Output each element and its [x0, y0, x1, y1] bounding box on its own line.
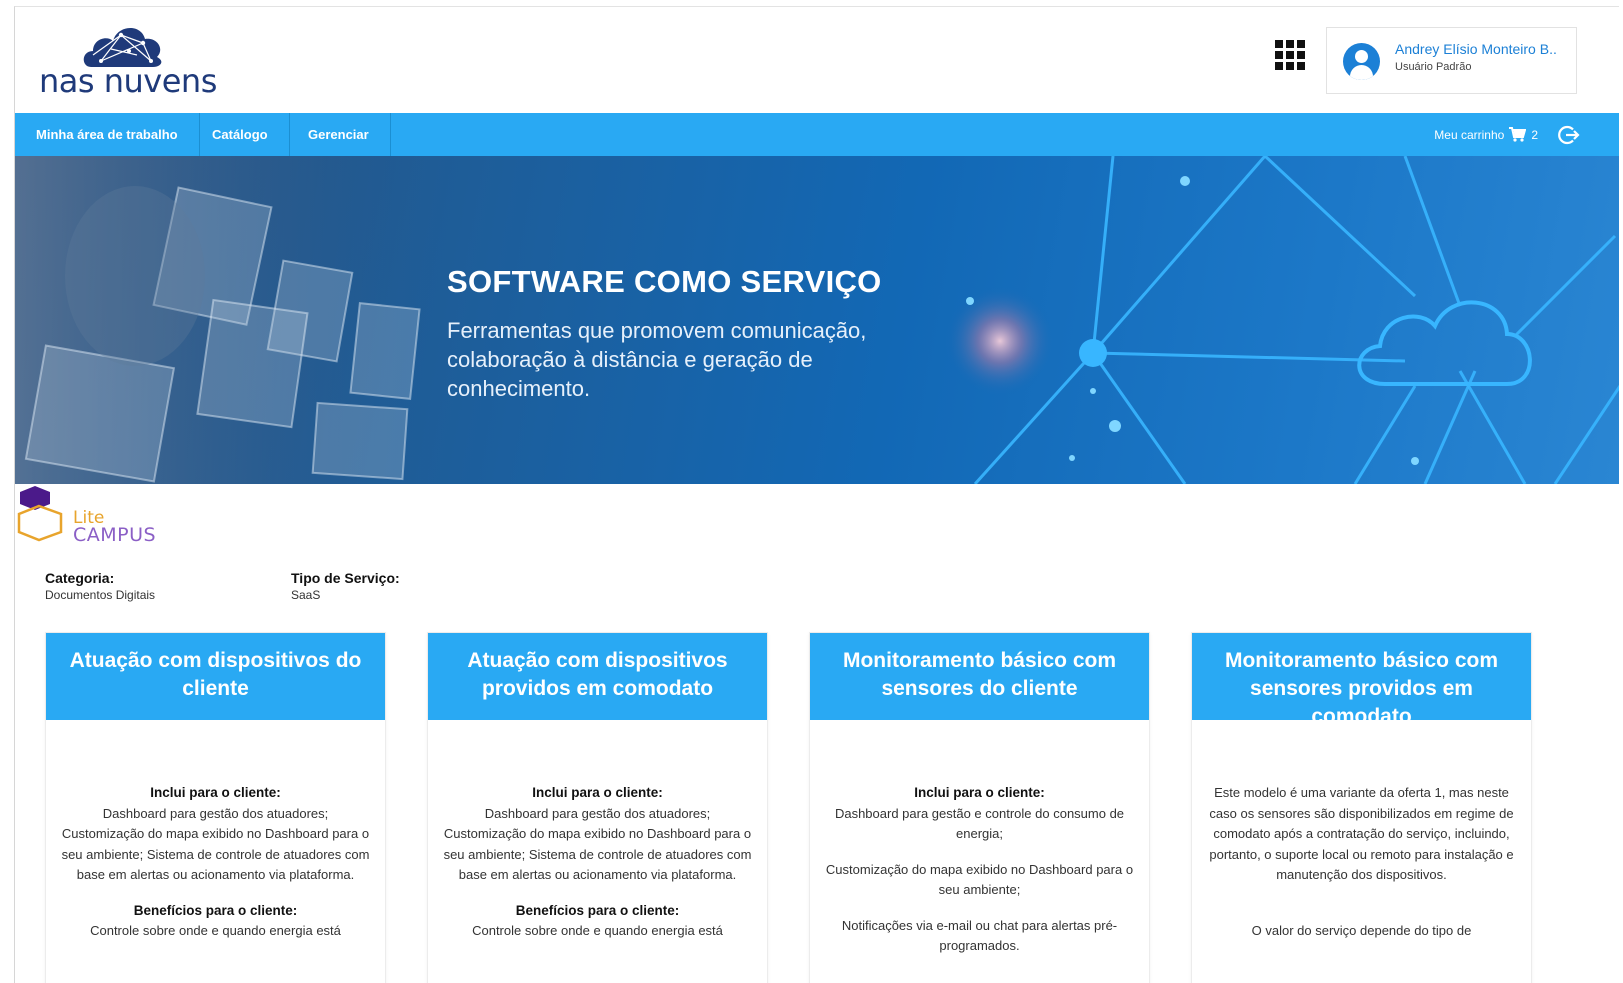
- service-type-value: SaaS: [291, 588, 321, 602]
- includes-label: Inclui para o cliente:: [532, 785, 663, 800]
- benefits-text: Controle sobre onde e quando energia est…: [90, 923, 341, 938]
- nav-right: Meu carrinho 2: [1434, 113, 1619, 156]
- nas-nuvens-logo[interactable]: nas nuvens: [39, 21, 219, 103]
- cart-button[interactable]: Meu carrinho 2: [1434, 127, 1538, 142]
- banner-subtitle: Ferramentas que promovem comunicação, co…: [447, 318, 867, 401]
- banner-title: SOFTWARE COMO SERVIÇO: [447, 264, 882, 299]
- nav-item-workspace[interactable]: Minha área de trabalho: [15, 113, 200, 156]
- user-menu[interactable]: Andrey Elísio Monteiro B.. Usuário Padrã…: [1326, 27, 1577, 94]
- service-type-info: Tipo de Serviço: SaaS: [291, 570, 400, 602]
- offer-card[interactable]: Monitoramento básico com sensores provid…: [1191, 632, 1532, 983]
- offer-card-body: Inclui para o cliente: Dashboard para ge…: [810, 720, 1149, 957]
- offer-card[interactable]: Atuação com dispositivos providos em com…: [427, 632, 768, 983]
- page: nas nuvens Andrey Elísio Monteiro B.. Us…: [14, 6, 1619, 983]
- cart-label: Meu carrinho: [1434, 127, 1505, 142]
- offer-card[interactable]: Atuação com dispositivos do cliente Incl…: [45, 632, 386, 983]
- user-name: Andrey Elísio Monteiro B..: [1395, 41, 1557, 57]
- logo-campus-text: CAMPUS: [73, 524, 157, 546]
- hexagon-logo-icon: [17, 486, 63, 542]
- description-text: Este modelo é uma variante da oferta 1, …: [1209, 785, 1514, 882]
- cart-icon: [1509, 127, 1527, 142]
- hero-banner: SOFTWARE COMO SERVIÇO Ferramentas que pr…: [15, 156, 1619, 484]
- service-type-label: Tipo de Serviço:: [291, 570, 400, 586]
- offer-card[interactable]: Monitoramento básico com sensores do cli…: [809, 632, 1150, 983]
- benefits-label: Benefícios para o cliente:: [515, 902, 680, 918]
- benefits-label: Benefícios para o cliente:: [133, 902, 298, 918]
- logout-icon[interactable]: [1558, 124, 1580, 146]
- category-label: Categoria:: [45, 570, 115, 586]
- feature-text: Notificações via e-mail ou chat para ale…: [841, 917, 1118, 954]
- apps-grid-icon[interactable]: [1275, 40, 1305, 70]
- offer-card-body: Inclui para o cliente: Dashboard para ge…: [46, 720, 385, 942]
- nav-item-manage[interactable]: Gerenciar: [287, 113, 391, 156]
- feature-text: Customização do mapa exibido no Dashboar…: [825, 861, 1134, 898]
- category-info: Categoria: Documentos Digitais: [45, 570, 155, 602]
- feature-text: Dashboard para gestão e controle do cons…: [834, 805, 1125, 842]
- cart-count: 2: [1531, 127, 1538, 142]
- header: nas nuvens Andrey Elísio Monteiro B.. Us…: [15, 7, 1619, 113]
- includes-label: Inclui para o cliente:: [914, 785, 1045, 800]
- includes-text: Dashboard para gestão dos atuadores; Cus…: [61, 805, 370, 883]
- category-value: Documentos Digitais: [45, 588, 156, 602]
- offer-card-title: Atuação com dispositivos do cliente: [46, 633, 385, 720]
- offer-card-title: Monitoramento básico com sensores provid…: [1192, 633, 1531, 720]
- benefits-text: Controle sobre onde e quando energia est…: [472, 923, 723, 938]
- user-role: Usuário Padrão: [1395, 61, 1472, 73]
- logo-text: nas nuvens: [39, 62, 217, 100]
- pricing-text: O valor do serviço depende do tipo de: [1251, 922, 1472, 938]
- main-nav: Minha área de trabalho Catálogo Gerencia…: [15, 113, 1619, 156]
- offer-card-body: Este modelo é uma variante da oferta 1, …: [1192, 720, 1531, 941]
- offer-card-title: Atuação com dispositivos providos em com…: [428, 633, 767, 720]
- includes-label: Inclui para o cliente:: [150, 785, 281, 800]
- cloud-network-icon: [83, 27, 162, 67]
- nav-item-catalog[interactable]: Catálogo: [191, 113, 290, 156]
- offer-card-body: Inclui para o cliente: Dashboard para ge…: [428, 720, 767, 942]
- includes-text: Dashboard para gestão dos atuadores; Cus…: [443, 805, 752, 883]
- lite-campus-logo: Lite CAMPUS: [15, 484, 205, 552]
- user-avatar-icon: [1343, 43, 1380, 80]
- offer-card-title: Monitoramento básico com sensores do cli…: [810, 633, 1149, 720]
